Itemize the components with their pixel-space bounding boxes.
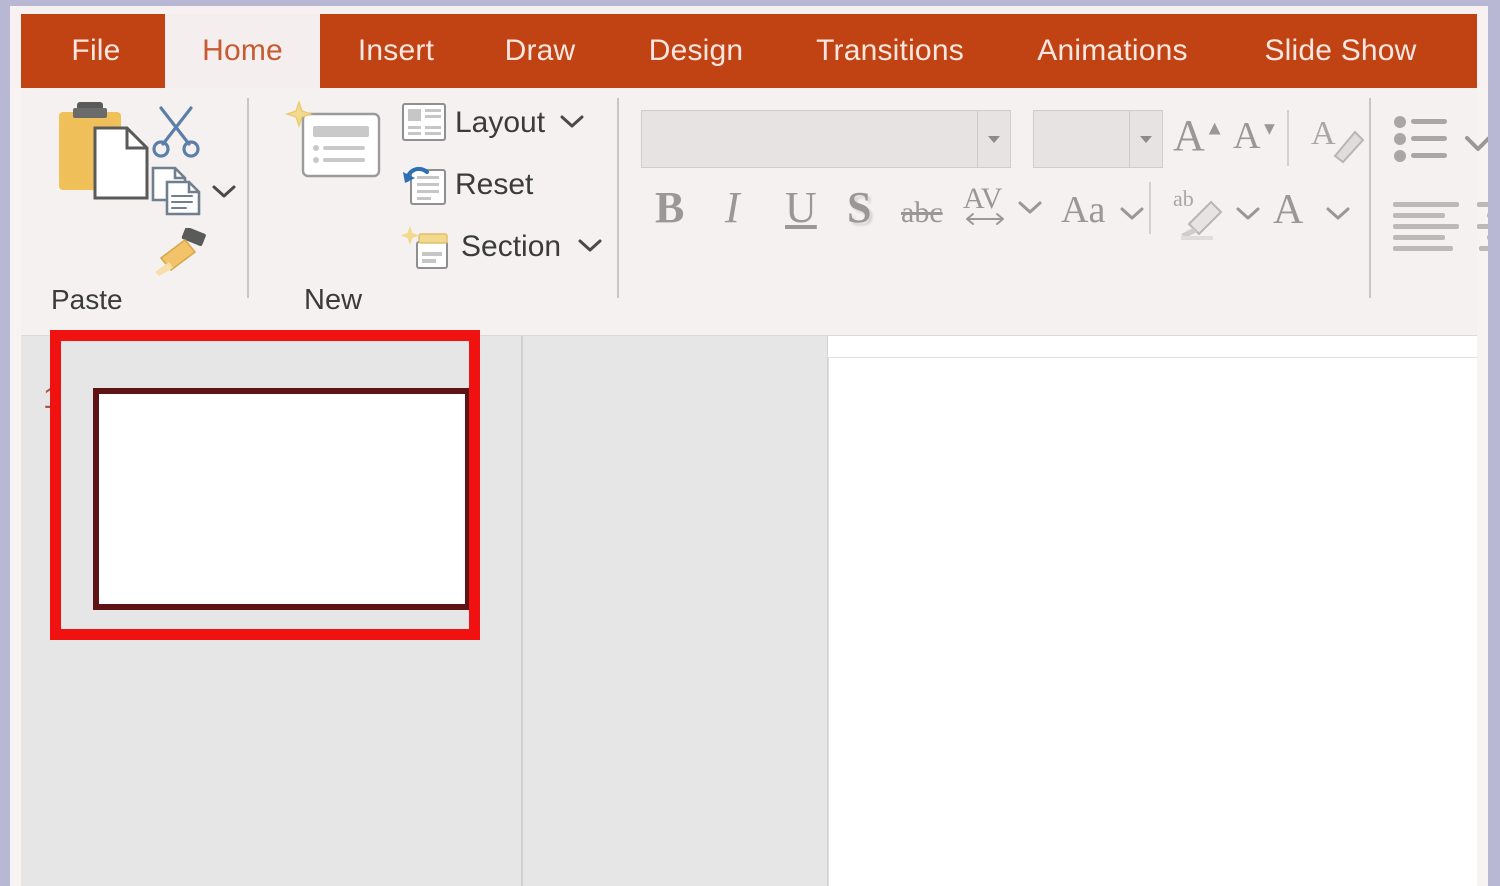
change-case-chevron-down-icon[interactable] (1119, 206, 1145, 222)
tab-draw-label: Draw (504, 34, 576, 67)
group-separator-clipboard (247, 98, 249, 298)
tab-slideshow-label: Slide Show (1264, 34, 1417, 67)
window-client-area: File Home Insert Draw Design Transitions… (10, 6, 1488, 886)
character-spacing-chevron-down-icon[interactable] (1017, 200, 1043, 216)
copy-icon[interactable] (149, 166, 205, 218)
group-separator-font (1369, 98, 1371, 298)
clear-formatting-icon[interactable]: A (1309, 110, 1365, 166)
tab-slideshow[interactable]: Slide Show (1238, 14, 1443, 88)
powerpoint-window: File Home Insert Draw Design Transitions… (0, 0, 1500, 886)
align-left-icon[interactable] (1393, 200, 1463, 256)
workspace: 1 (21, 336, 1477, 886)
section-button-label[interactable]: Section (461, 230, 561, 264)
layout-button-label[interactable]: Layout (455, 106, 545, 140)
tab-home[interactable]: Home (165, 14, 320, 88)
reset-button-label[interactable]: Reset (455, 168, 533, 202)
section-chevron-down-icon[interactable] (577, 238, 603, 254)
tab-home-label: Home (202, 34, 283, 67)
font-color-label: A (1273, 187, 1304, 233)
tab-animations-label: Animations (1037, 34, 1188, 67)
shadow-label: S (847, 183, 872, 232)
tab-file-label: File (71, 34, 121, 67)
tab-transitions[interactable]: Transitions (790, 14, 990, 88)
tab-design[interactable]: Design (615, 14, 777, 88)
font-name-combobox[interactable] (641, 110, 1011, 168)
text-highlight-color-icon[interactable]: ab (1171, 184, 1229, 240)
strikethrough-button[interactable]: abc (901, 196, 943, 230)
layout-icon[interactable] (401, 102, 447, 142)
canvas-left-gutter (523, 336, 828, 886)
shrink-font-label: A (1233, 115, 1261, 157)
char-spacing-label: AV (963, 182, 1003, 215)
tab-draw[interactable]: Draw (473, 14, 607, 88)
bullet-list-icon[interactable] (1393, 114, 1451, 164)
bold-label: B (655, 183, 685, 232)
slide-thumbnail-1[interactable] (93, 388, 471, 610)
svg-text:A: A (1311, 115, 1336, 152)
underline-button[interactable]: U (785, 182, 817, 233)
font-color-button[interactable]: A (1273, 186, 1303, 234)
tab-animations[interactable]: Animations (1005, 14, 1220, 88)
paste-icon[interactable] (51, 100, 151, 210)
text-highlight-chevron-down-icon[interactable] (1235, 206, 1261, 222)
grow-font-label: A (1173, 111, 1205, 160)
bullets-chevron-down-icon[interactable] (1463, 134, 1488, 151)
section-icon[interactable] (401, 226, 453, 270)
tab-insert[interactable]: Insert (323, 14, 469, 88)
font-size-combobox[interactable] (1033, 110, 1163, 168)
tab-design-label: Design (648, 34, 744, 67)
underline-label: U (785, 183, 817, 232)
font-minor-separator (1287, 110, 1289, 166)
copy-chevron-down-icon[interactable] (211, 184, 237, 200)
grow-font-button[interactable]: A▲ (1173, 110, 1225, 161)
slide-edit-canvas[interactable] (828, 357, 1477, 886)
text-shadow-button[interactable]: S (847, 182, 871, 233)
change-case-label: Aa (1061, 189, 1106, 231)
font-color-chevron-down-icon[interactable] (1325, 206, 1351, 222)
svg-text:ab: ab (1173, 186, 1194, 211)
new-slide-icon[interactable] (285, 100, 385, 188)
tab-file[interactable]: File (32, 14, 160, 88)
ribbon: Paste New Layout Reset Section A▲ A▼ A B… (21, 88, 1488, 403)
new-slide-label-line1[interactable]: New (304, 284, 362, 317)
slide-thumbnail-panel[interactable]: 1 (21, 336, 523, 886)
bold-button[interactable]: B (655, 182, 684, 233)
strikethrough-label: abc (901, 196, 943, 229)
font-size-dropdown-arrow-icon[interactable] (1129, 111, 1162, 167)
slide-number-label: 1 (43, 382, 60, 415)
italic-button[interactable]: I (725, 182, 740, 233)
font-minor-separator-2 (1149, 182, 1151, 234)
character-spacing-button[interactable]: AV (963, 184, 1007, 226)
group-separator-slides (617, 98, 619, 298)
ribbon-tab-strip: File Home Insert Draw Design Transitions… (10, 6, 1488, 88)
paste-button-label[interactable]: Paste (51, 284, 123, 316)
change-case-button[interactable]: Aa (1061, 188, 1105, 232)
tab-insert-label: Insert (357, 34, 435, 67)
italic-label: I (725, 183, 740, 232)
format-painter-icon[interactable] (149, 228, 209, 278)
shrink-font-button[interactable]: A▼ (1233, 114, 1278, 158)
cut-scissors-icon[interactable] (149, 104, 203, 158)
reset-icon[interactable] (401, 164, 449, 206)
layout-chevron-down-icon[interactable] (559, 114, 585, 130)
align-right-icon[interactable] (1473, 200, 1488, 256)
font-name-dropdown-arrow-icon[interactable] (977, 111, 1010, 167)
tab-transitions-label: Transitions (816, 34, 964, 67)
